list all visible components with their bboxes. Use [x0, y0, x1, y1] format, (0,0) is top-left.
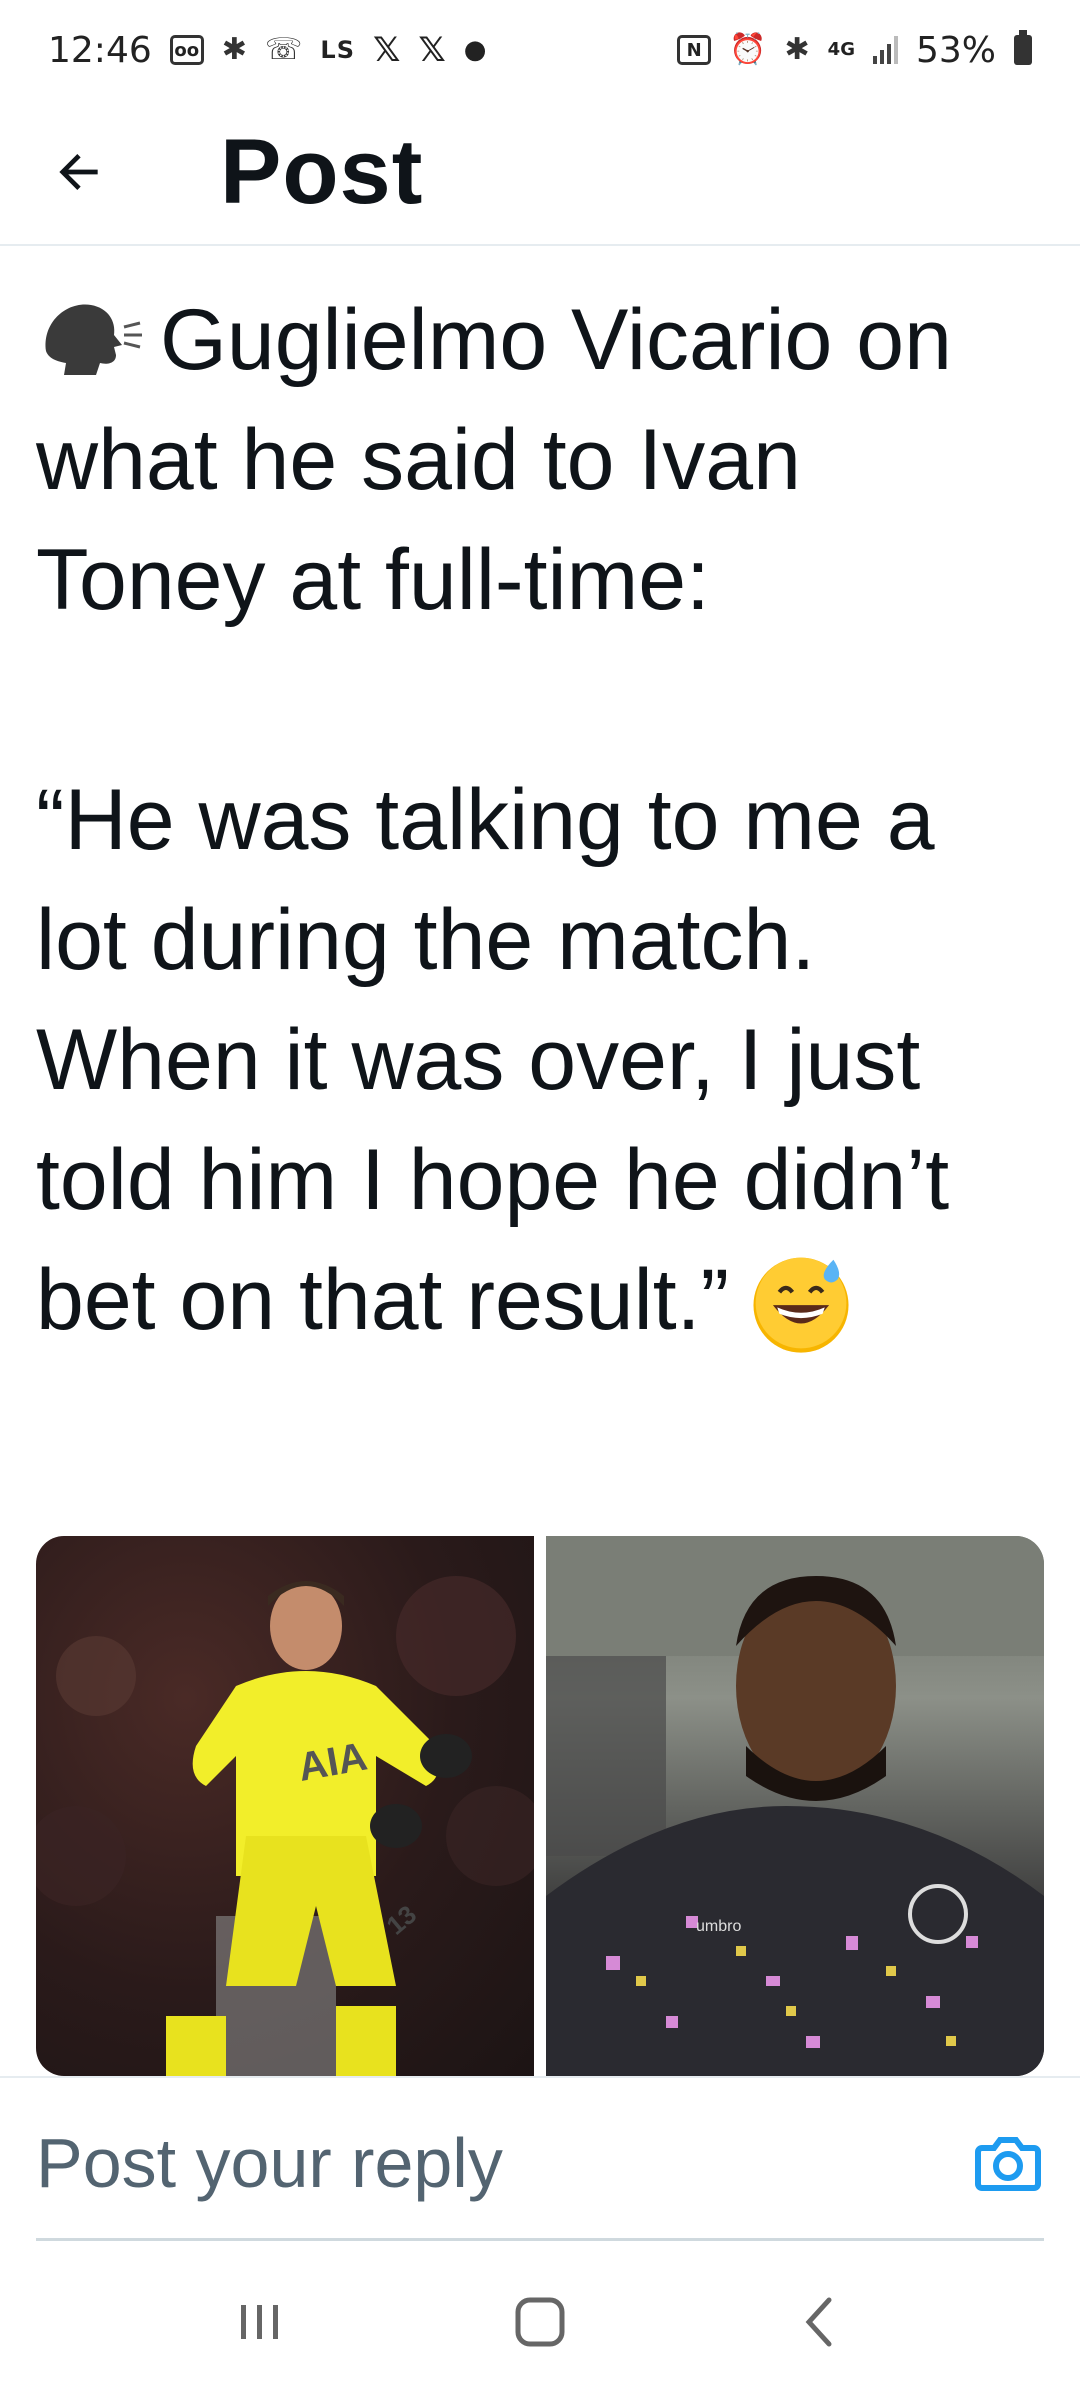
arrow-left-icon [59, 154, 98, 190]
bluetooth-icon: ✱ [784, 32, 810, 67]
status-left: 12:46 oo ✱ ☏ LS 𝕏 𝕏 ● [48, 30, 486, 71]
home-button[interactable] [480, 2272, 600, 2372]
striker-figure: umbro [546, 1536, 1044, 2076]
media-grid: AIA 13 umbro [36, 1536, 1044, 2076]
striker-photo[interactable]: umbro [546, 1536, 1044, 2076]
missed-call-icon: ☏ [264, 32, 303, 67]
reply-underline [36, 2238, 1044, 2241]
nfc-icon: N [677, 35, 712, 65]
page-title: Post [220, 120, 424, 223]
status-right: N ⏰ ✱ 4G 53% [677, 30, 1032, 71]
recents-icon [241, 2305, 278, 2339]
navigation-bar [0, 2244, 1080, 2400]
signal-icon [872, 36, 898, 64]
bluetooth-icon: ✱ [221, 32, 247, 67]
svg-text:umbro: umbro [696, 1918, 741, 1935]
x-icon: 𝕏 [418, 30, 446, 70]
goalkeeper-figure: AIA 13 [36, 1576, 534, 2076]
reply-input[interactable] [36, 2108, 966, 2218]
header: Post [0, 100, 1080, 246]
post-text: Guglielmo Vicario on what he said to Iva… [36, 280, 1046, 1360]
status-bar: 12:46 oo ✱ ☏ LS 𝕏 𝕏 ● N ⏰ ✱ 4G 53% [0, 0, 1080, 100]
battery-text: 53% [915, 29, 996, 71]
speaking-head-emoji [45, 304, 142, 375]
svg-text:13: 13 [381, 1899, 422, 1941]
ls-icon: LS [320, 36, 355, 64]
dot-icon: ● [463, 35, 487, 65]
reply-bar [0, 2076, 1080, 2244]
voicemail-icon: oo [169, 35, 204, 65]
alarm-icon: ⏰ [729, 32, 767, 67]
network-4g-icon: 4G [827, 39, 855, 60]
nav-back-icon [805, 2297, 832, 2347]
camera-icon[interactable] [974, 2134, 1042, 2194]
back-button[interactable] [0, 99, 170, 245]
home-icon [515, 2297, 565, 2347]
clock: 12:46 [48, 29, 152, 71]
battery-icon [1014, 30, 1032, 65]
goalkeeper-celebration-photo[interactable]: AIA 13 [36, 1536, 534, 2076]
nav-back-button[interactable] [760, 2272, 880, 2372]
recents-button[interactable] [200, 2272, 320, 2372]
grinning-face-with-sweat-emoji [753, 1257, 849, 1353]
x-icon: 𝕏 [372, 30, 401, 70]
post-text-intro: Guglielmo Vicario on what he said to Iva… [36, 292, 976, 628]
